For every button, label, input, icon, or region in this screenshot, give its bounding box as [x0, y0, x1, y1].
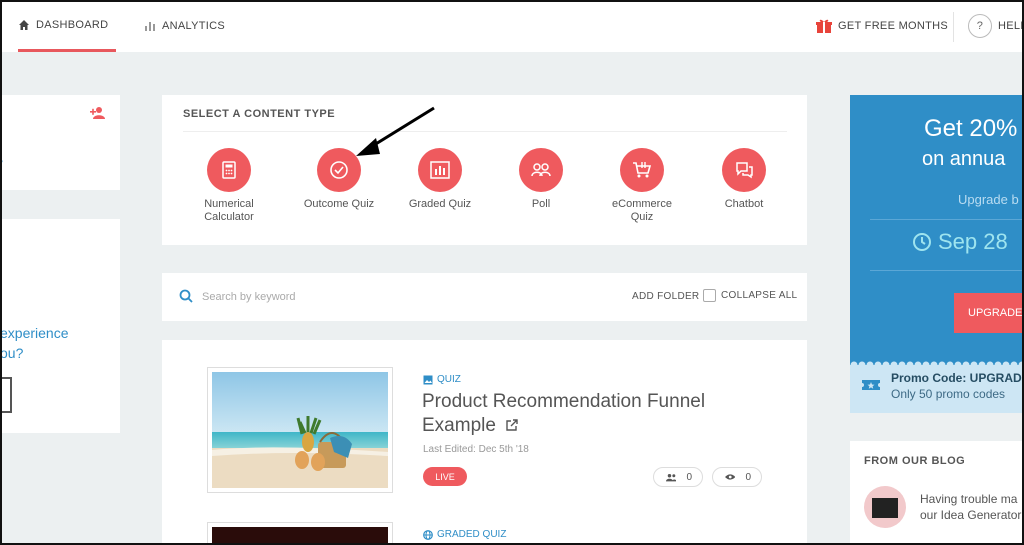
nav-analytics[interactable]: ANALYTICS [144, 0, 225, 52]
promo-banner: Get 20% on annua Upgrade b Sep 28 UPGRAD… [850, 95, 1024, 365]
get-free-months-link[interactable]: GET FREE MONTHS [816, 0, 948, 52]
promo-subline: on annua [922, 148, 1006, 170]
collapse-all-checkbox[interactable] [703, 289, 716, 302]
content-type-card: SELECT A CONTENT TYPE Numerical Calculat… [162, 95, 807, 245]
nav-dashboard[interactable]: DASHBOARD [18, 0, 116, 52]
divider [183, 131, 787, 132]
quiz-title-text: Product Recommendation Funnel Example [422, 391, 706, 436]
promo-code-subtext: Only 50 promo codes [891, 387, 1006, 401]
views-value: 0 [745, 471, 751, 483]
content-type-label: Numerical Calculator [204, 198, 254, 223]
quiz-type-text: GRADED QUIZ [437, 529, 507, 540]
clock-icon [913, 233, 931, 251]
blog-post-thumbnail[interactable] [864, 486, 906, 528]
content-type-label: Chatbot [724, 198, 764, 210]
quiz-title[interactable]: Product Recommendation Funnel Example [422, 390, 762, 438]
content-type-numerical-calculator[interactable]: Numerical Calculator [179, 148, 279, 224]
quiz-type-label: QUIZ [423, 374, 461, 385]
nav-divider [953, 12, 954, 42]
promo-code-box: Promo Code: UPGRAD Only 50 promo codes [850, 365, 1024, 413]
quiz-thumbnail[interactable] [207, 522, 393, 545]
bar-chart-icon [145, 22, 155, 31]
quiz-thumbnail[interactable] [207, 367, 393, 493]
nav-analytics-label: ANALYTICS [162, 20, 226, 32]
external-link-icon[interactable] [505, 419, 518, 432]
collapse-all-toggle[interactable]: COLLAPSE ALL [703, 289, 797, 302]
gift-icon [816, 19, 832, 33]
promo-upgrade-text: Upgrade b [958, 192, 1019, 207]
blog-post-line2: our Idea Generator [920, 508, 1022, 522]
blog-card: FROM OUR BLOG Having trouble ma our Idea… [850, 441, 1024, 545]
add-user-icon[interactable] [90, 106, 106, 120]
home-icon [19, 19, 29, 30]
quiz-list: QUIZ Product Recommendation Funnel Examp… [162, 340, 807, 545]
help-icon: ? [968, 14, 992, 38]
globe-icon [423, 529, 433, 540]
promo-deadline: Sep 28 [912, 229, 1008, 255]
promo-code-title: Promo Code: UPGRAD [891, 371, 1022, 385]
top-nav: DASHBOARD ANALYTICS GET FREE MONTHS ? HE… [0, 0, 1024, 52]
content-type-title: SELECT A CONTENT TYPE [183, 108, 336, 120]
content-type-label: Graded Quiz [408, 198, 472, 210]
ticket-icon [862, 380, 880, 390]
cart-icon [620, 148, 664, 192]
left-survey-line2: ou? [0, 345, 24, 361]
content-type-label: Poll [531, 198, 551, 210]
divider [870, 219, 1024, 220]
eye-icon [725, 474, 736, 480]
search-toolbar: ADD FOLDER COLLAPSE ALL [162, 273, 807, 321]
help-link[interactable]: ? HELI [968, 0, 1024, 52]
left-link-fragment[interactable]: ◦ [0, 156, 6, 166]
search-icon [179, 289, 193, 303]
content-type-label: eCommerce Quiz [612, 198, 672, 223]
content-type-label: Outcome Quiz [303, 198, 375, 210]
left-survey-button[interactable] [0, 377, 12, 413]
nav-dashboard-label: DASHBOARD [36, 18, 109, 31]
blog-post-line1: Having trouble ma [920, 492, 1018, 506]
people-icon [519, 148, 563, 192]
search-input[interactable] [202, 287, 462, 307]
get-free-months-label: GET FREE MONTHS [838, 20, 949, 32]
annotation-arrow-icon [356, 106, 435, 156]
divider [870, 270, 1024, 271]
add-folder-button[interactable]: ADD FOLDER [632, 291, 699, 302]
left-survey-line1: experience [0, 325, 69, 341]
collapse-all-label: COLLAPSE ALL [721, 290, 798, 301]
promo-date-text: Sep 28 [938, 229, 1008, 254]
views-count[interactable]: 0 [712, 467, 762, 487]
left-survey-question: experience ou? [0, 323, 120, 363]
quiz-type-label: GRADED QUIZ [423, 529, 506, 540]
people-icon [666, 473, 677, 481]
calculator-icon [207, 148, 251, 192]
content-type-chatbot[interactable]: Chatbot [694, 148, 794, 211]
status-badge: LIVE [423, 467, 467, 486]
blog-post-link[interactable]: Having trouble ma our Idea Generator [920, 491, 1021, 523]
chat-icon [722, 148, 766, 192]
content-type-poll[interactable]: Poll [491, 148, 591, 211]
upgrade-button[interactable]: UPGRADE [954, 293, 1024, 333]
help-label: HELI [998, 20, 1024, 32]
promo-headline: Get 20% [924, 115, 1018, 142]
quiz-type-text: QUIZ [437, 374, 461, 385]
responses-value: 0 [686, 471, 692, 483]
blog-title: FROM OUR BLOG [864, 455, 966, 467]
content-type-ecommerce-quiz[interactable]: eCommerce Quiz [592, 148, 692, 224]
quiz-last-edited: Last Edited: Dec 5th '18 [423, 444, 529, 455]
image-icon [423, 375, 433, 384]
responses-count[interactable]: 0 [653, 467, 703, 487]
